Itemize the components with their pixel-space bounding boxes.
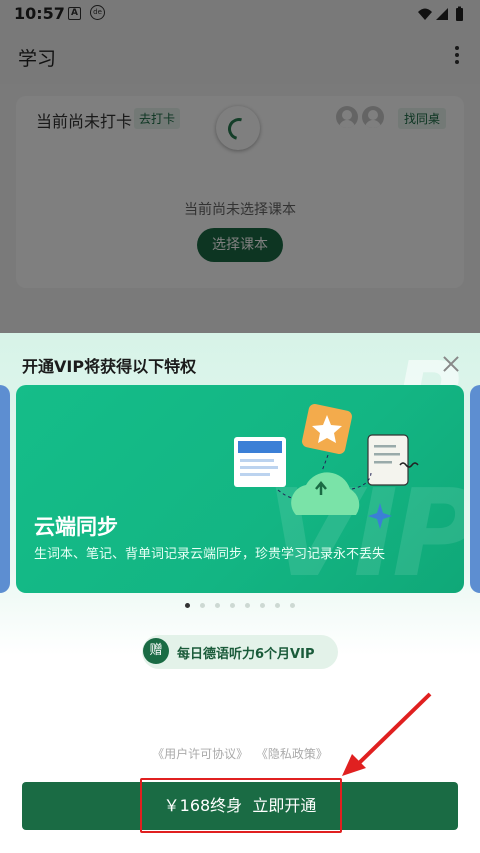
banner-title: 云端同步 — [34, 515, 118, 539]
carousel-next-card[interactable] — [470, 385, 480, 593]
carousel-dot[interactable] — [245, 603, 250, 608]
carousel-dot[interactable] — [185, 603, 190, 608]
highlight-box — [140, 778, 342, 833]
carousel-dot[interactable] — [230, 603, 235, 608]
privacy-policy-link[interactable]: 《隐私政策》 — [256, 747, 328, 761]
banner-subtitle: 生词本、笔记、背单词记录云端同步，珍贵学习记录永不丢失 — [34, 547, 386, 562]
carousel-dot[interactable] — [290, 603, 295, 608]
gift-text: 每日德语听力6个月VIP — [177, 647, 315, 662]
carousel-dot[interactable] — [215, 603, 220, 608]
sheet-title: 开通VIP将获得以下特权 — [22, 357, 197, 376]
gift-badge-pill: 赠 每日德语听力6个月VIP — [142, 635, 338, 669]
carousel-dot[interactable] — [200, 603, 205, 608]
carousel-prev-card[interactable] — [0, 385, 10, 593]
carousel-dot[interactable] — [260, 603, 265, 608]
user-agreement-link[interactable]: 《用户许可协议》 — [152, 747, 248, 761]
close-icon[interactable] — [440, 353, 462, 375]
carousel-indicator — [0, 603, 480, 608]
benefit-banner[interactable]: VIP 云端同步 生词本、笔记、背单词记录云端同步，珍贵学习记录永不丢失 — [16, 385, 464, 593]
gift-badge-icon: 赠 — [143, 638, 169, 664]
annotation-arrow-icon — [342, 692, 432, 776]
carousel-dot[interactable] — [275, 603, 280, 608]
